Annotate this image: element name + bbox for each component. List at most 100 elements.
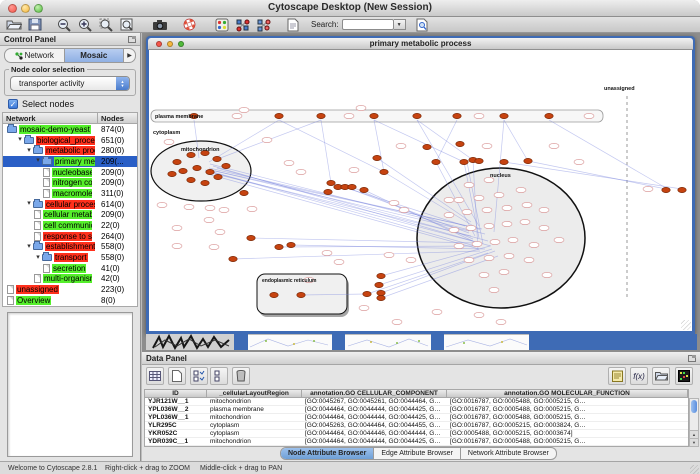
background-window-frame[interactable] [431,334,444,350]
network-node[interactable] [275,244,283,249]
attribute-matrix-button[interactable] [675,367,693,385]
zoom-out-button[interactable] [55,17,73,32]
network-node[interactable] [193,165,201,170]
select-attributes-button[interactable] [190,367,208,385]
network-node[interactable] [297,292,305,297]
node-label-oval[interactable] [406,257,416,262]
tree-row[interactable]: mosaic-demo-yeast874(0) [3,124,137,135]
tree-row[interactable]: nucleobase-209(0) [3,167,137,178]
network-node[interactable] [317,113,325,118]
network-node[interactable] [206,169,214,174]
network-node[interactable] [360,187,368,192]
node-label-oval[interactable] [484,255,494,260]
network-node[interactable] [432,159,440,164]
load-attributes-button[interactable] [652,367,670,385]
network-node[interactable] [662,187,670,192]
network-edge[interactable] [374,120,384,172]
node-label-oval[interactable] [432,309,442,314]
node-label-oval[interactable] [504,253,514,258]
node-label-oval[interactable] [349,167,359,172]
node-label-oval[interactable] [449,227,459,232]
node-label-oval[interactable] [356,105,366,110]
node-label-oval[interactable] [584,113,594,118]
tree-row[interactable]: secretion41(0) [3,263,137,274]
node-label-oval[interactable] [164,139,174,144]
node-label-oval[interactable] [529,242,539,247]
network-node[interactable] [287,242,295,247]
network-canvas[interactable]: plasma membranecytoplasmmitochondrionnuc… [149,50,692,331]
tree-row[interactable]: unassigned223(0) [3,284,137,295]
expand-arrow-icon[interactable]: ▾ [25,243,33,251]
zoom-in-button[interactable] [76,17,94,32]
tree-row[interactable]: multi-organism pro42(0) [3,274,137,285]
annotation-button[interactable] [284,17,302,32]
table-row[interactable]: YDR039C__1mitochondrion[GO:0044464, GO:0… [145,438,688,446]
network-node[interactable] [213,156,221,161]
node-label-oval[interactable] [344,113,354,118]
network-node[interactable] [222,163,230,168]
delete-attribute-button[interactable] [232,367,250,385]
network-node[interactable] [168,171,176,176]
table-row[interactable]: YPL036W__2plasma membrane[GO:0044464, GO… [145,406,688,414]
network-node[interactable] [524,158,532,163]
network-node[interactable] [179,168,187,173]
node-label-oval[interactable] [209,244,219,249]
tree-row[interactable]: nitrogen compo209(0) [3,177,137,188]
node-label-oval[interactable] [474,312,484,317]
network-node[interactable] [380,169,388,174]
node-label-oval[interactable] [184,204,194,209]
network-node[interactable] [201,180,209,185]
node-label-oval[interactable] [474,195,484,200]
network-node[interactable] [247,235,255,240]
background-window-canvas[interactable] [248,334,332,350]
node-label-oval[interactable] [489,287,499,292]
column-header-molecular-function[interactable]: annotation.GO MOLECULAR_FUNCTION [447,390,688,397]
tree-row[interactable]: Overview8(0) [3,295,137,306]
expand-arrow-icon[interactable]: ▾ [16,136,24,144]
node-label-oval[interactable] [239,107,249,112]
network-node[interactable] [373,155,381,160]
node-label-oval[interactable] [157,202,167,207]
search-dropdown-button[interactable]: ▼ [394,19,406,30]
network-node[interactable] [475,158,483,163]
network-node[interactable] [363,291,371,296]
snapshot-button[interactable] [151,17,169,32]
node-label-oval[interactable] [490,239,500,244]
network-node[interactable] [370,113,378,118]
network-view-b-button[interactable] [255,17,273,32]
node-label-oval[interactable] [462,209,472,214]
help-button[interactable] [180,17,198,32]
node-label-oval[interactable] [399,207,409,212]
network-node[interactable] [678,187,686,192]
network-node[interactable] [348,184,356,189]
node-label-oval[interactable] [522,202,532,207]
node-label-oval[interactable] [542,272,552,277]
network-node[interactable] [413,113,421,118]
node-label-oval[interactable] [520,219,530,224]
node-label-oval[interactable] [454,243,464,248]
new-attribute-button[interactable] [168,367,186,385]
network-node[interactable] [456,141,464,146]
zoom-fit-button[interactable] [118,17,136,32]
tree-row[interactable]: ▾cellular process614(0) [3,199,137,210]
scroll-up-button[interactable]: ▲ [690,430,698,438]
function-builder-button[interactable]: f(x) [630,367,648,385]
vizmapper-button[interactable] [213,17,231,32]
node-label-oval[interactable] [172,243,182,248]
node-label-oval[interactable] [172,225,182,230]
network-node[interactable] [500,113,508,118]
column-header-region[interactable]: _cellularLayoutRegion [207,390,302,397]
network-edge[interactable] [279,120,384,172]
expand-arrow-icon[interactable]: ▾ [25,147,33,155]
scroll-down-button[interactable]: ▼ [690,438,698,446]
network-node[interactable] [327,180,335,185]
network-window-titlebar[interactable]: primary metabolic process [148,38,693,50]
network-node[interactable] [187,177,195,182]
network-node[interactable] [377,290,385,295]
network-node[interactable] [240,190,248,195]
search-input[interactable] [342,19,394,30]
background-window-frame[interactable] [234,334,248,350]
network-node[interactable] [270,292,278,297]
node-label-oval[interactable] [247,206,257,211]
node-label-oval[interactable] [539,225,549,230]
